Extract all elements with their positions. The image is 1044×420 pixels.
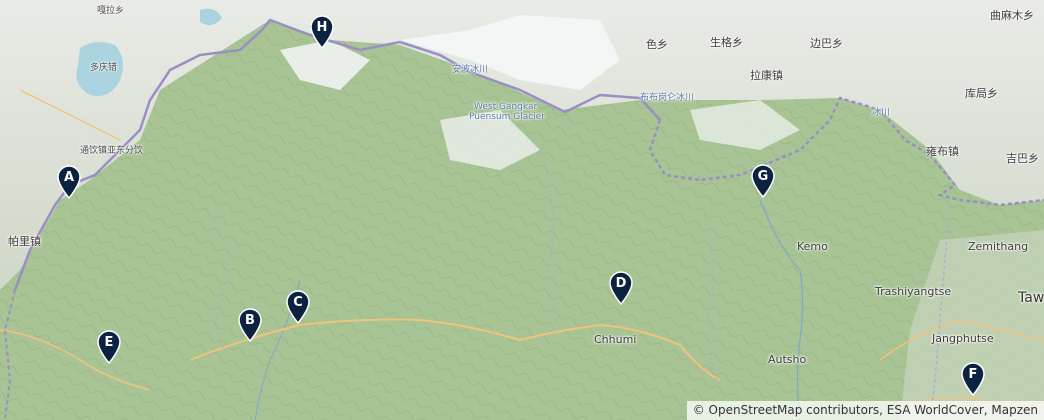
map-marker-h[interactable]: H <box>309 15 335 49</box>
place-label: 帕里镇 <box>8 235 41 248</box>
map-marker-f[interactable]: F <box>960 362 986 396</box>
place-label: 多庆错 <box>90 63 118 73</box>
place-label: 库局乡 <box>965 87 998 100</box>
map-marker-b[interactable]: B <box>237 308 263 342</box>
place-label: 曲麻木乡 <box>990 9 1034 22</box>
marker-label: G <box>757 169 769 184</box>
place-label: 拉康镇 <box>750 69 783 82</box>
marker-label: B <box>245 313 255 328</box>
place-label: 生格乡 <box>710 36 743 49</box>
map-marker-c[interactable]: C <box>285 290 311 324</box>
place-label: 雍布镇 <box>926 145 959 158</box>
place-label: Jangphutse <box>932 332 994 345</box>
marker-label: E <box>104 335 114 350</box>
place-label: 边巴乡 <box>810 37 843 50</box>
place-label: 吉巴乡 <box>1006 152 1039 165</box>
place-label: 色乡 <box>646 38 668 51</box>
glacier-label: West Gangkar <box>474 102 538 112</box>
place-label: Trashiyangtse <box>875 285 952 298</box>
map-attribution[interactable]: © OpenStreetMap contributors, ESA WorldC… <box>686 401 1044 420</box>
glacier-label: 冰川 <box>872 108 891 118</box>
map-marker-g[interactable]: G <box>750 164 776 198</box>
marker-label: C <box>293 295 303 310</box>
glacier-label: 安波冰川 <box>452 65 489 75</box>
marker-label: H <box>316 20 328 35</box>
marker-label: F <box>968 367 978 382</box>
map-marker-d[interactable]: D <box>608 271 634 305</box>
glacier-label: Puensum Glacier <box>469 112 545 122</box>
map-marker-a[interactable]: A <box>56 165 82 199</box>
place-label: 嘎拉乡 <box>97 6 125 16</box>
map-marker-e[interactable]: E <box>96 330 122 364</box>
place-label: Kemo <box>797 240 828 253</box>
marker-label: D <box>615 276 627 291</box>
place-label: Chhumi <box>594 333 637 346</box>
terrain-layer <box>0 0 1044 420</box>
place-label: Taw <box>1018 290 1044 306</box>
place-label: Autsho <box>768 353 807 366</box>
map-canvas[interactable]: 嘎拉乡 多庆错 通饮镇亚东分饮 帕里镇 色乡 生格乡 边巴乡 曲麻木乡 拉康镇 … <box>0 0 1044 420</box>
glacier-label: 布布岗仑冰川 <box>640 93 695 103</box>
place-label: Zemithang <box>968 240 1029 253</box>
place-label: 通饮镇亚东分饮 <box>80 146 144 156</box>
marker-label: A <box>63 170 75 185</box>
